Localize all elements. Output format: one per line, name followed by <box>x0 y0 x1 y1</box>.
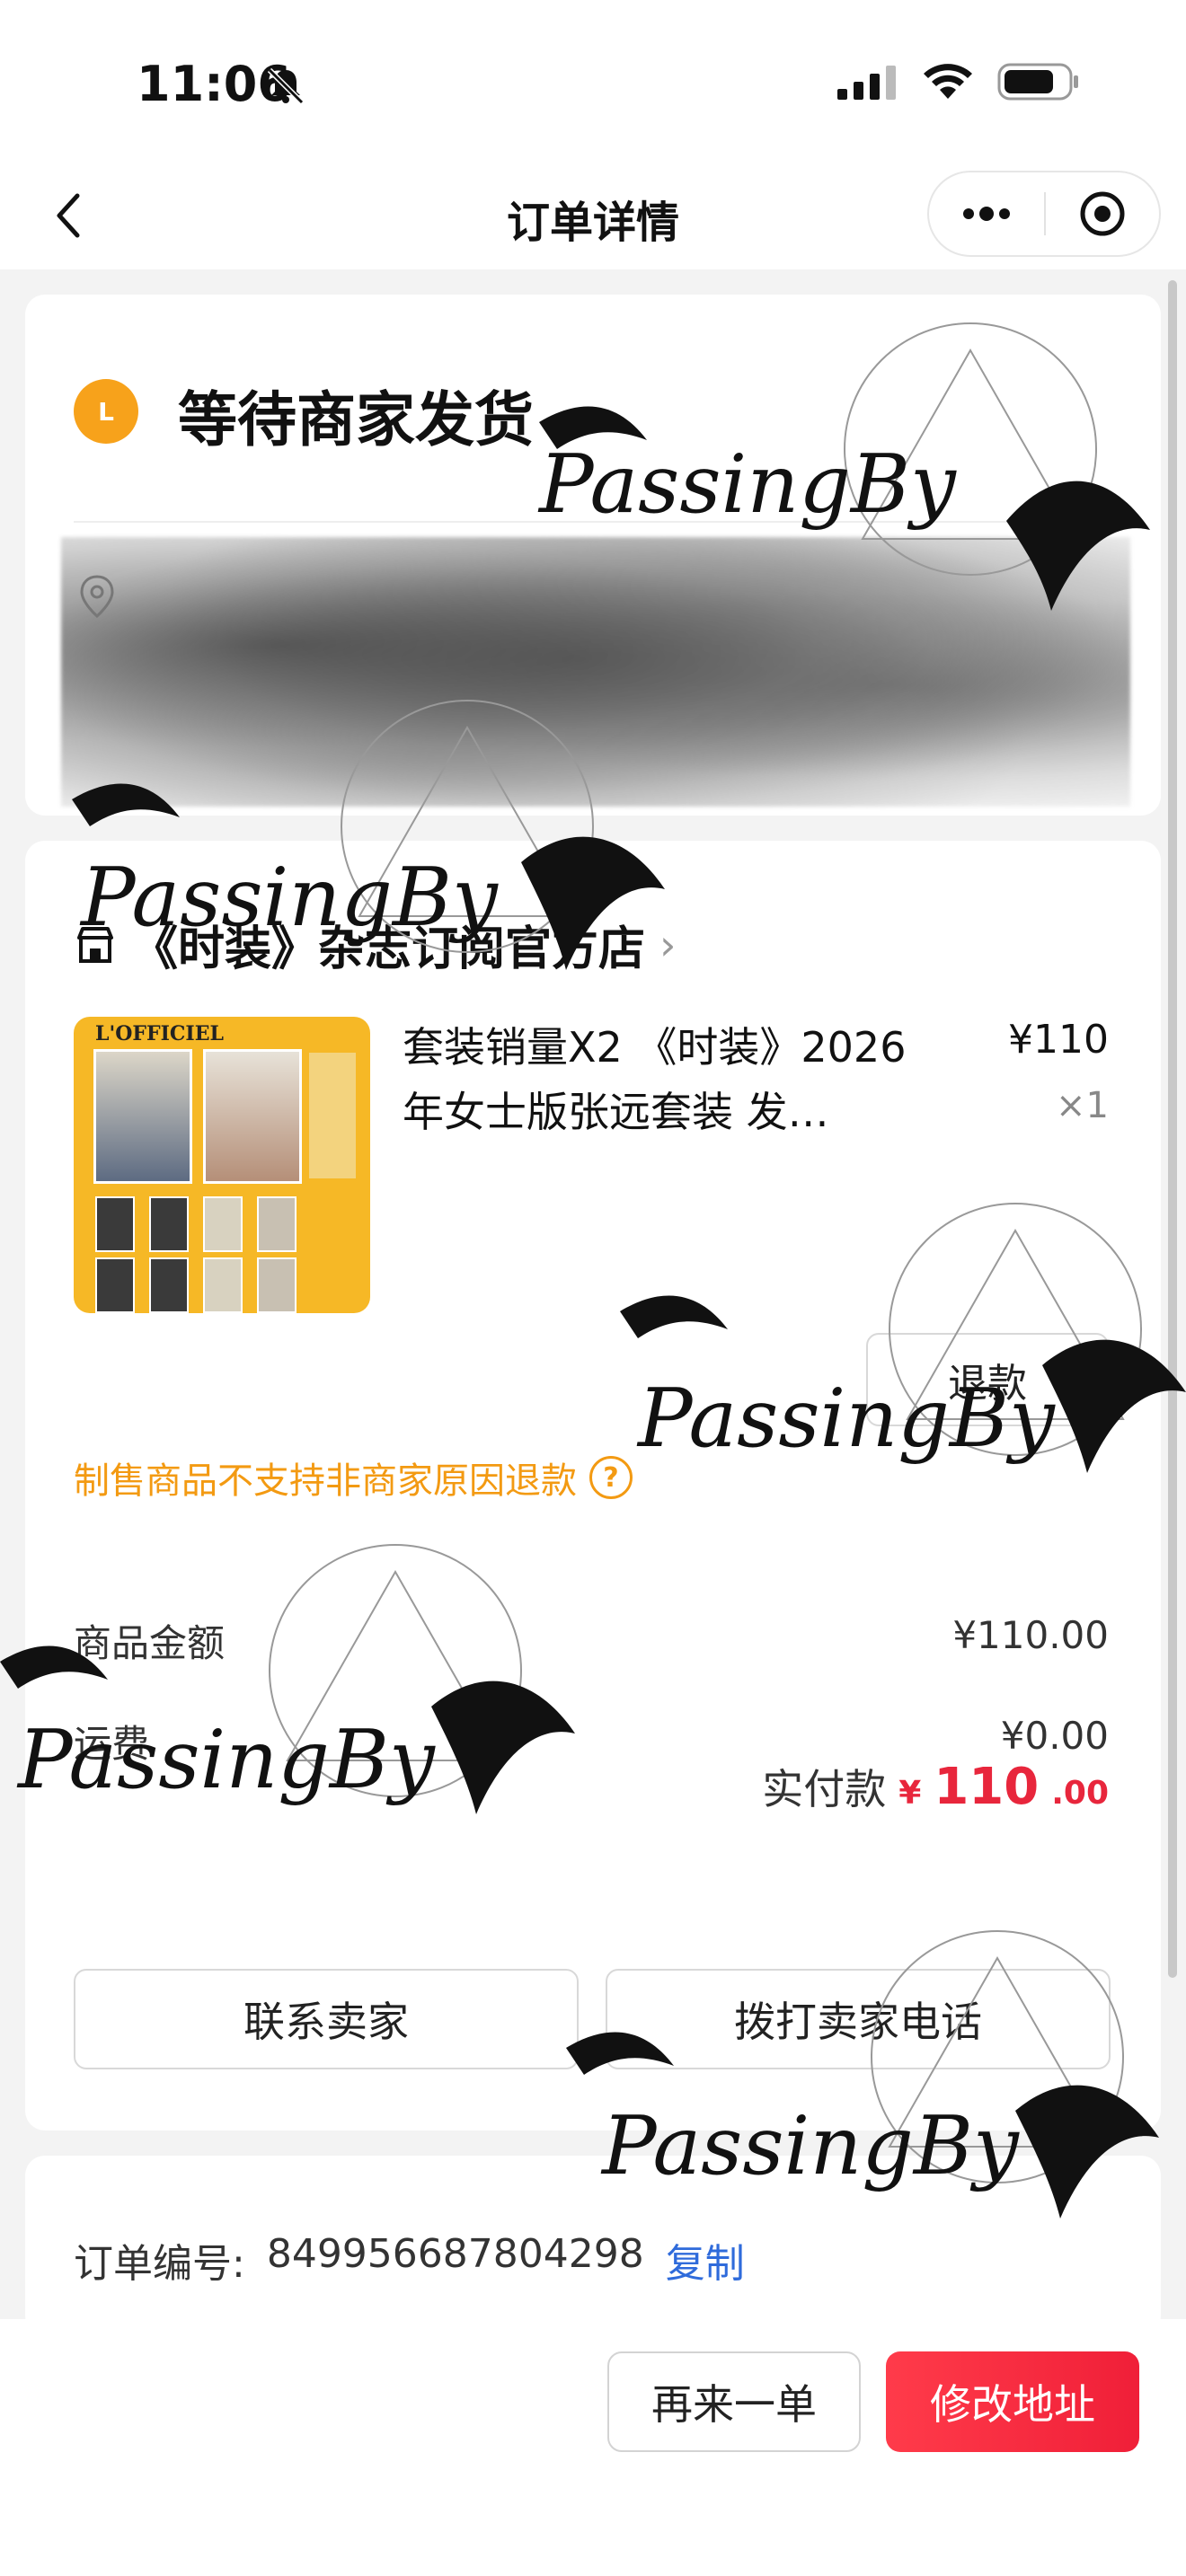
product-quantity: ×1 <box>1056 1085 1109 1126</box>
order-detail-card: 《时装》杂志订阅官方店 › L'OFFICIEL 套装销量X2 《时装》2026… <box>25 841 1161 2130</box>
shop-name: 《时装》杂志订阅官方店 <box>131 922 646 976</box>
order-number: 849956687804298 <box>266 2231 644 2277</box>
call-seller-button[interactable]: 拨打卖家电话 <box>606 1969 1111 2069</box>
order-number-label: 订单编号: <box>74 2241 245 2287</box>
status-title: 等待商家发货 <box>178 385 534 454</box>
magazine-cover-2 <box>203 1049 302 1184</box>
more-icon[interactable] <box>929 172 1044 255</box>
close-target-icon[interactable] <box>1046 172 1159 255</box>
mini-program-capsule <box>927 171 1161 257</box>
photo-thumb <box>203 1196 243 1252</box>
modify-address-button[interactable]: 修改地址 <box>886 2351 1139 2452</box>
buy-again-button[interactable]: 再来一单 <box>607 2351 861 2452</box>
contact-seller-button[interactable]: 联系卖家 <box>74 1969 579 2069</box>
photo-thumb <box>95 1257 135 1313</box>
paid-integer: 110 <box>934 1758 1040 1816</box>
order-status-card: L 等待商家发货 <box>25 295 1161 816</box>
shop-icon <box>77 926 113 963</box>
goods-amount-value: ¥110.00 <box>952 1613 1109 1657</box>
help-icon[interactable]: ? <box>589 1456 633 1499</box>
paid-decimal: .00 <box>1051 1775 1109 1812</box>
photo-thumb <box>95 1196 135 1252</box>
location-icon <box>80 575 114 618</box>
paid-label: 实付款 <box>762 1765 887 1813</box>
refund-button[interactable]: 退款 <box>866 1333 1109 1426</box>
scrollbar[interactable] <box>1168 280 1177 1978</box>
currency-symbol: ¥ <box>898 1775 922 1812</box>
paid-amount-row: 实付款 ¥ 110 .00 <box>762 1757 1109 1816</box>
bell-off-icon <box>267 67 305 105</box>
divider <box>74 521 1112 523</box>
product-price: ¥110 <box>1008 1017 1109 1063</box>
signal-icon <box>837 66 896 100</box>
photo-thumb <box>149 1196 189 1252</box>
status-indicators <box>837 63 1080 101</box>
magazine-cover-1 <box>93 1049 192 1184</box>
nav-bar: 订单详情 <box>0 162 1186 269</box>
product-image[interactable]: L'OFFICIEL <box>74 1017 370 1313</box>
copy-link[interactable]: 复制 <box>666 2231 745 2289</box>
status-badge: L <box>74 379 138 444</box>
refund-notice: 制售商品不支持非商家原因退款 ? <box>74 1451 633 1504</box>
battery-icon <box>997 63 1078 101</box>
product-title[interactable]: 套装销量X2 《时装》2026年女士版张远套装 发… <box>403 1015 915 1144</box>
chevron-right-icon: › <box>659 920 677 969</box>
photo-thumb <box>257 1196 296 1252</box>
magazine-logo: L'OFFICIEL <box>95 1022 224 1045</box>
photo-thumb <box>203 1257 243 1313</box>
wifi-icon <box>924 64 972 99</box>
bottom-action-bar: 再来一单 修改地址 <box>0 2319 1186 2576</box>
shipping-label: 运费 <box>74 1722 150 1766</box>
order-number-row: 订单编号: 849956687804298 复制 <box>74 2231 745 2289</box>
shop-row[interactable]: 《时装》杂志订阅官方店 › <box>74 911 676 978</box>
goods-amount-label: 商品金额 <box>74 1621 226 1665</box>
notice-text: 制售商品不支持非商家原因退款 <box>74 1460 577 1502</box>
order-info-card: 订单编号: 849956687804298 复制 <box>25 2156 1161 2335</box>
redacted-address <box>61 537 1130 807</box>
content-list <box>309 1053 356 1178</box>
photo-thumb <box>257 1257 296 1313</box>
status-bar: 11:06 <box>0 0 1186 162</box>
photo-thumb <box>149 1257 189 1313</box>
shipping-value: ¥0.00 <box>1000 1714 1109 1758</box>
